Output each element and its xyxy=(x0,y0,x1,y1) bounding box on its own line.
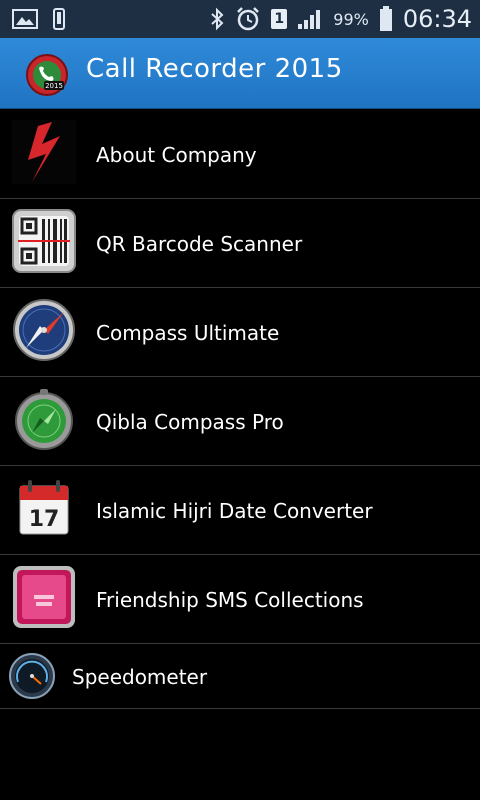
clock-time: 06:34 xyxy=(402,5,472,33)
app-list: About Company QR Barcode Scanner Compass… xyxy=(0,110,480,709)
list-item-compass-ultimate[interactable]: Compass Ultimate xyxy=(0,288,480,377)
list-item-about-company[interactable]: About Company xyxy=(0,110,480,199)
list-item-qr-barcode-scanner[interactable]: QR Barcode Scanner xyxy=(0,199,480,288)
gallery-icon xyxy=(12,9,38,29)
list-item-speedometer[interactable]: Speedometer xyxy=(0,644,480,709)
speedometer-icon xyxy=(9,653,55,699)
calendar-icon: 17 xyxy=(19,480,69,535)
list-item-qibla-compass-pro[interactable]: Qibla Compass Pro xyxy=(0,377,480,466)
list-item-label: Speedometer xyxy=(72,665,208,689)
signal-strength-icon xyxy=(298,10,321,29)
list-item-label: About Company xyxy=(96,143,257,167)
list-item-label: QR Barcode Scanner xyxy=(96,232,303,256)
status-bar-right: 1 99% 06:34 xyxy=(209,4,472,34)
friendship-sms-icon xyxy=(13,566,75,628)
calendar-day: 17 xyxy=(29,507,60,532)
app-bar: 2015 Call Recorder 2015 xyxy=(0,38,480,109)
list-item-hijri-date-converter[interactable]: 17 Islamic Hijri Date Converter xyxy=(0,466,480,555)
status-bar: 1 99% 06:34 xyxy=(0,0,480,38)
battery-icon xyxy=(379,6,392,31)
qr-scanner-icon xyxy=(12,209,76,273)
company-logo-icon xyxy=(12,120,76,184)
list-item-label: Qibla Compass Pro xyxy=(96,410,284,434)
list-item-label: Islamic Hijri Date Converter xyxy=(96,499,373,523)
compass-icon xyxy=(13,299,75,361)
phone-storage-icon xyxy=(53,8,65,30)
list-item-label: Compass Ultimate xyxy=(96,321,280,345)
battery-percent: 99% xyxy=(333,9,369,29)
bluetooth-icon xyxy=(211,7,224,31)
list-item-label: Friendship SMS Collections xyxy=(96,588,364,612)
page-title: Call Recorder 2015 xyxy=(86,54,343,84)
qibla-compass-icon xyxy=(15,389,73,450)
alarm-clock-icon xyxy=(237,7,260,31)
call-recorder-logo-icon: 2015 xyxy=(26,54,68,96)
list-item-friendship-sms[interactable]: Friendship SMS Collections xyxy=(0,555,480,644)
logo-badge: 2015 xyxy=(45,82,63,90)
notification-badge: 1 xyxy=(271,9,288,29)
status-bar-left xyxy=(12,6,66,32)
